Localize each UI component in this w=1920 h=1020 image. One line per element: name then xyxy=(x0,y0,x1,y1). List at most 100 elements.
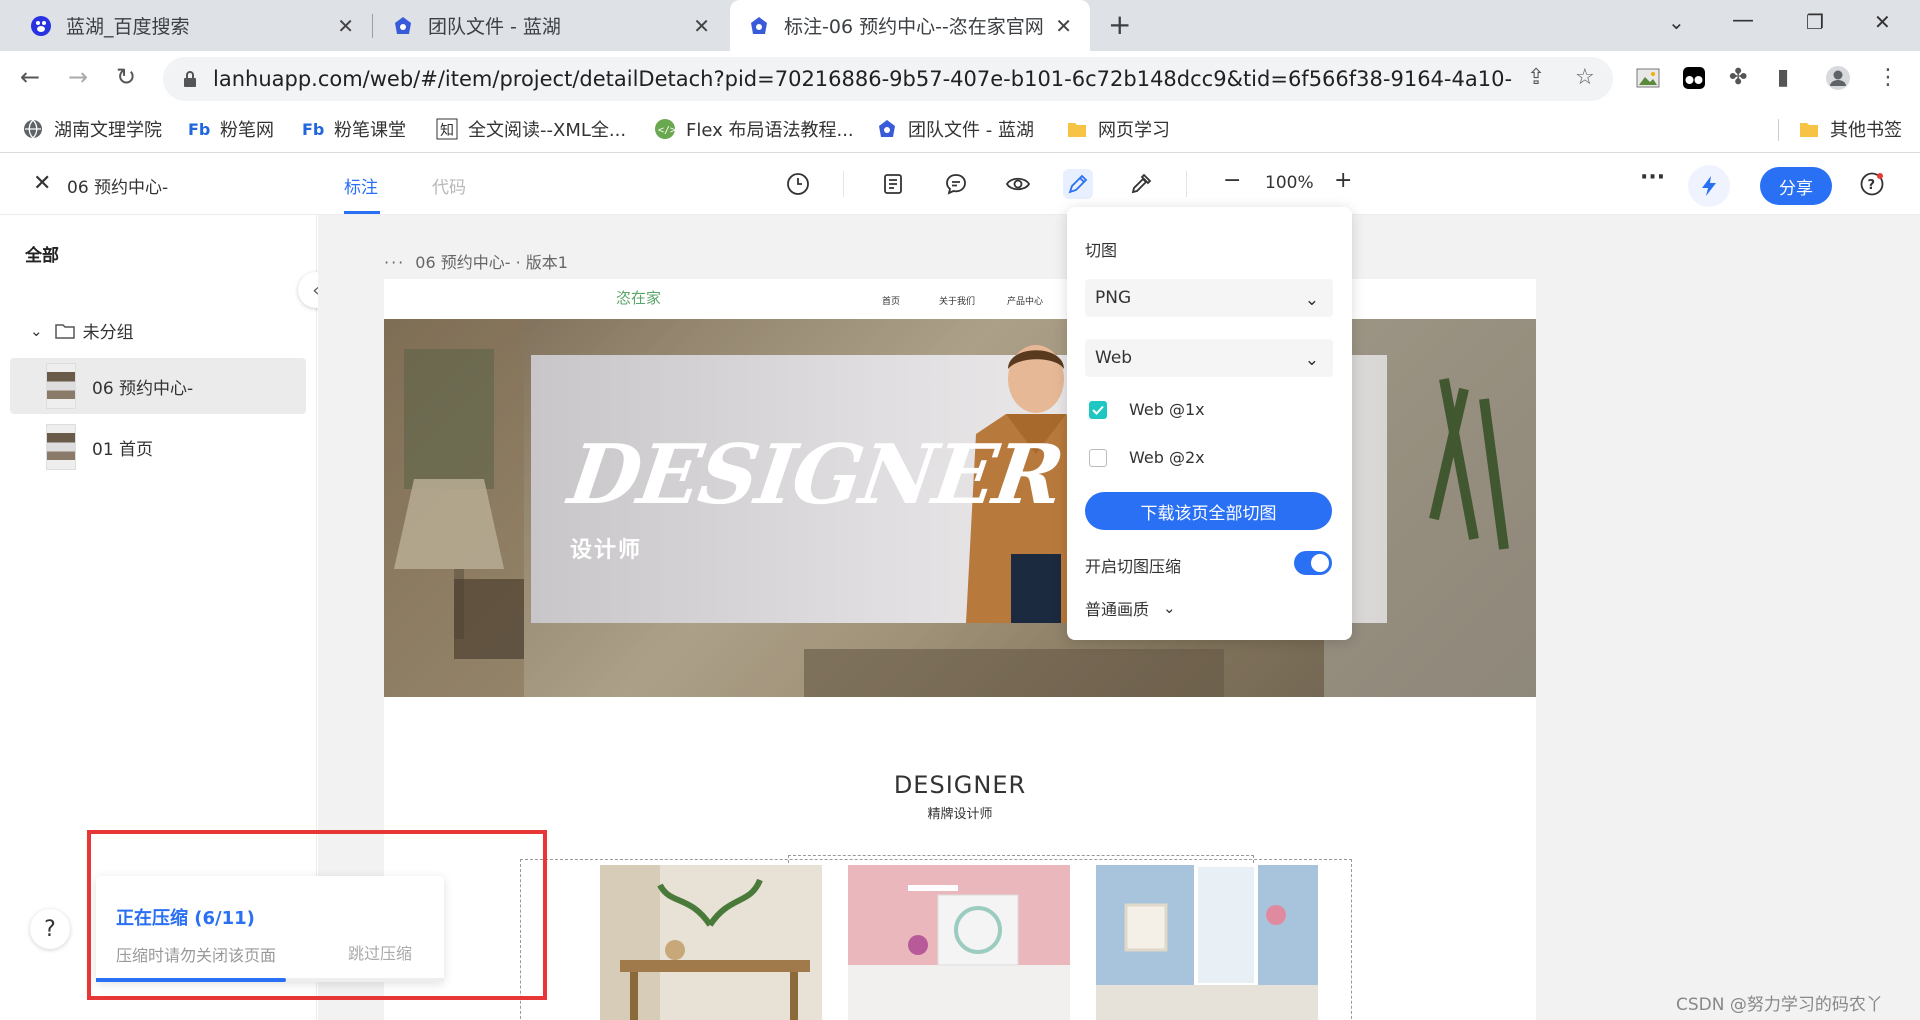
lightning-button[interactable] xyxy=(1688,165,1730,207)
page-thumbnail xyxy=(46,363,76,409)
comment-icon[interactable] xyxy=(941,169,971,199)
browser-tab-baidu[interactable]: 蓝湖_百度搜索 ✕ xyxy=(12,0,372,51)
color-picker-icon[interactable] xyxy=(1126,169,1156,199)
minimize-icon[interactable]: — xyxy=(1732,8,1754,33)
share-page-icon[interactable]: ⇪ xyxy=(1527,65,1545,90)
lanhu-icon xyxy=(751,16,767,34)
slice-export-panel: 切图 PNG ⌄ Web ⌄ Web @1x Web @2x 下载该页全部切图 … xyxy=(1067,207,1352,640)
tab-search-icon[interactable]: ⌄ xyxy=(1668,10,1685,34)
section-title: DESIGNER xyxy=(893,771,1027,799)
bookmarks-divider xyxy=(1778,119,1779,141)
extensions-puzzle-icon[interactable]: ✤ xyxy=(1729,65,1747,90)
document-notes-icon[interactable] xyxy=(878,169,908,199)
close-icon[interactable]: ✕ xyxy=(693,14,710,38)
globe-icon xyxy=(24,119,42,139)
lightning-icon xyxy=(1702,176,1716,196)
bookmark-item[interactable]: 湖南文理学院 xyxy=(22,116,162,142)
history-clock-icon[interactable] xyxy=(783,169,813,199)
slice-pen-icon[interactable] xyxy=(1063,169,1093,199)
help-question-icon[interactable]: ? xyxy=(1857,169,1887,199)
new-tab-button[interactable]: + xyxy=(1108,8,1131,41)
chevron-down-icon: ⌄ xyxy=(30,321,43,340)
hero-subtitle: 设计师 xyxy=(570,538,643,563)
checkbox-checked[interactable] xyxy=(1089,400,1107,419)
panel-title: 切图 xyxy=(1085,241,1118,260)
bookmark-item[interactable]: Fb 粉笔网 xyxy=(188,116,274,142)
design-artboard[interactable]: 恣在家 首页 关于我们 产品中心 DESIGNER 设计师 DESIGNER 精… xyxy=(384,279,1536,1020)
more-options-icon[interactable]: ··· xyxy=(1640,165,1665,190)
site-nav: 恣在家 首页 关于我们 产品中心 xyxy=(384,279,1536,319)
tampermonkey-icon[interactable] xyxy=(1681,65,1707,91)
zoom-out-button[interactable]: − xyxy=(1223,168,1241,193)
compress-toggle[interactable] xyxy=(1294,551,1332,575)
restore-icon[interactable]: ❐ xyxy=(1806,10,1824,34)
svg-text:Fb: Fb xyxy=(188,120,210,139)
forward-icon[interactable]: → xyxy=(68,63,88,91)
bookmark-item[interactable]: 网页学习 xyxy=(1066,116,1170,142)
window-close-icon[interactable]: ✕ xyxy=(1874,10,1891,34)
other-bookmarks[interactable]: 其他书签 xyxy=(1798,116,1902,142)
bookmark-item[interactable]: 团队文件 - 蓝湖 xyxy=(876,116,1034,142)
canvas-breadcrumb: ··· 06 预约中心- · 版本1 xyxy=(384,253,568,272)
bookmark-star-icon[interactable]: ☆ xyxy=(1575,65,1595,90)
sidebar-page-item[interactable]: 01 首页 xyxy=(10,419,306,475)
browser-menu-icon[interactable]: ⋮ xyxy=(1877,65,1899,90)
zoom-level: 100% xyxy=(1265,173,1314,193)
reload-icon[interactable]: ↻ xyxy=(116,63,136,91)
url-text: lanhuapp.com/web/#/item/project/detailDe… xyxy=(213,67,1513,91)
address-bar[interactable]: lanhuapp.com/web/#/item/project/detailDe… xyxy=(163,57,1613,101)
browser-tab-annotation[interactable]: 标注-06 预约中心--恣在家官网 - ✕ xyxy=(730,0,1090,51)
help-button[interactable]: ? xyxy=(30,909,70,949)
share-button[interactable]: 分享 xyxy=(1760,167,1832,205)
option-web-2x[interactable]: Web @2x xyxy=(1089,448,1205,467)
lanhu-icon xyxy=(879,120,895,137)
site-nav-link: 关于我们 xyxy=(939,297,976,307)
lock-icon xyxy=(184,71,196,87)
app-header: ✕ 06 预约中心- 标注 代码 − 100% + ··· 分享 ? xyxy=(0,153,1920,215)
back-icon[interactable]: ← xyxy=(20,63,40,91)
tab-title: 蓝湖_百度搜索 xyxy=(66,16,190,38)
tab-annotation[interactable]: 标注 xyxy=(344,173,378,198)
image-extension-icon[interactable] xyxy=(1635,65,1661,91)
checkbox-unchecked[interactable] xyxy=(1089,448,1107,467)
quality-select[interactable]: 普通画质 ⌄ xyxy=(1085,596,1176,620)
preview-eye-icon[interactable] xyxy=(1003,169,1033,199)
all-pages-label[interactable]: 全部 xyxy=(25,241,59,266)
document-title: 06 预约中心- xyxy=(67,178,169,198)
format-select[interactable]: PNG ⌄ xyxy=(1085,279,1333,317)
close-icon[interactable]: ✕ xyxy=(337,14,354,38)
more-icon[interactable]: ··· xyxy=(384,253,405,272)
bookmark-item[interactable]: Fb 粉笔课堂 xyxy=(302,116,406,142)
active-tab-indicator xyxy=(344,211,380,214)
check-icon xyxy=(1092,405,1104,415)
profile-avatar-icon[interactable] xyxy=(1825,65,1851,91)
toolbar-divider xyxy=(843,171,844,197)
download-all-slices-button[interactable]: 下载该页全部切图 xyxy=(1085,492,1332,530)
zoom-in-button[interactable]: + xyxy=(1334,168,1352,193)
watermark: CSDN @努力学习的码农丫 xyxy=(1676,995,1883,1015)
zhi-icon: 知 xyxy=(436,118,458,140)
tab-title: 团队文件 - 蓝湖 xyxy=(428,16,561,38)
tab-code[interactable]: 代码 xyxy=(432,173,466,198)
browser-tab-lanhu-team[interactable]: 团队文件 - 蓝湖 ✕ xyxy=(374,0,728,51)
designer-photo-dining xyxy=(600,865,822,1020)
platform-select[interactable]: Web ⌄ xyxy=(1085,339,1333,377)
folder-icon xyxy=(1800,123,1818,137)
side-panel-icon[interactable]: ▮ xyxy=(1777,65,1789,90)
hero-title: DESIGNER xyxy=(563,427,1068,523)
sidebar-page-item[interactable]: 06 预约中心- xyxy=(10,358,306,414)
bookmark-item[interactable]: </> Flex 布局语法教程... xyxy=(654,116,854,142)
ungrouped-folder[interactable]: ⌄ 未分组 xyxy=(30,318,134,344)
chevron-down-icon: ⌄ xyxy=(1163,599,1176,617)
toggle-knob xyxy=(1311,554,1329,572)
close-icon[interactable]: ✕ xyxy=(1055,14,1072,38)
close-icon[interactable]: ✕ xyxy=(33,171,51,196)
section-subtitle: 精牌设计师 xyxy=(927,807,993,822)
folder-icon xyxy=(1068,123,1086,137)
toolbar-divider xyxy=(1186,171,1187,197)
designer-photo-blue xyxy=(1096,865,1318,1020)
browser-tab-strip: 蓝湖_百度搜索 ✕ 团队文件 - 蓝湖 ✕ 标注-06 预约中心--恣在家官网 … xyxy=(0,0,1920,51)
bookmark-item[interactable]: 知 全文阅读--XML全... xyxy=(436,116,626,142)
option-web-1x[interactable]: Web @1x xyxy=(1089,400,1205,419)
svg-text:知: 知 xyxy=(440,122,454,139)
